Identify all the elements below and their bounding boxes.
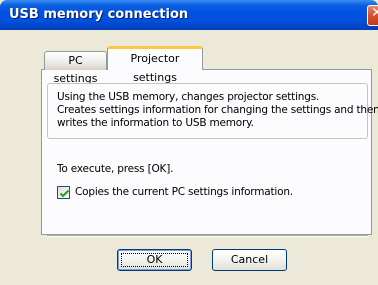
copy-pc-settings-label[interactable]: Copies the current PC settings informati… — [75, 186, 293, 198]
separator — [47, 235, 368, 237]
tab-projector-settings[interactable]: Projector settings — [107, 46, 203, 84]
window-title: USB memory connection — [9, 7, 189, 22]
execute-instruction: To execute, press [OK]. — [57, 163, 174, 175]
cancel-button-label: Cancel — [230, 253, 269, 266]
tab-pc-settings[interactable]: PC settings — [44, 51, 107, 85]
copy-pc-settings-checkbox[interactable] — [57, 186, 70, 199]
tab-pc-settings-label: PC settings — [53, 54, 98, 85]
dialog-window: USB memory connection ✕ PC settings Proj… — [0, 0, 378, 285]
ok-button[interactable]: OK — [117, 249, 192, 271]
tab-projector-settings-label: Projector settings — [130, 52, 180, 84]
title-bar[interactable]: USB memory connection ✕ — [0, 0, 378, 30]
close-button[interactable]: ✕ — [367, 5, 378, 26]
focus-rectangle — [121, 253, 188, 267]
description-line: Using the USB memory, changes projector … — [57, 91, 320, 103]
execute-group — [47, 148, 368, 208]
cancel-button[interactable]: Cancel — [212, 249, 287, 271]
description-line: Creates settings information for changin… — [57, 104, 378, 116]
description-line: writes the information to USB memory. — [57, 117, 254, 129]
close-icon: ✕ — [371, 5, 378, 21]
checkmark-icon — [59, 189, 70, 198]
